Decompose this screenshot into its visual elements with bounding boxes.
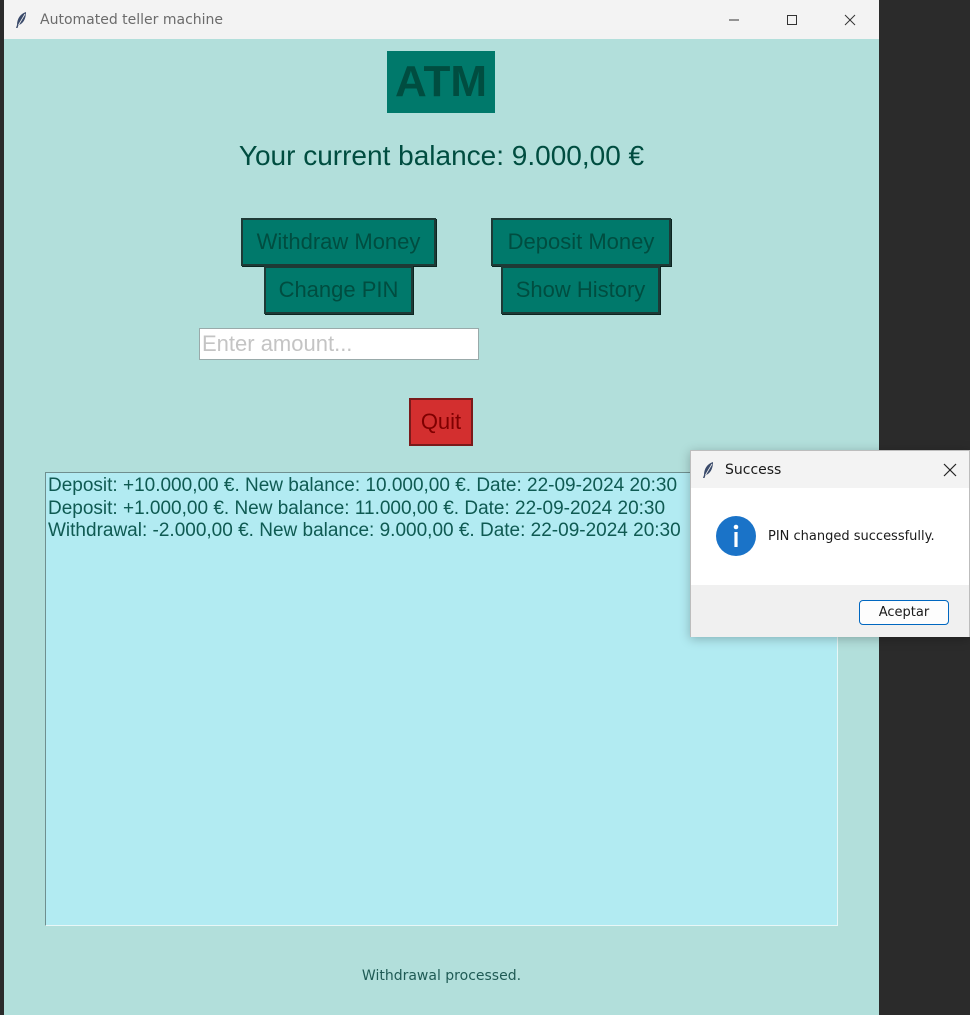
show-history-button[interactable]: Show History — [501, 266, 660, 314]
close-icon[interactable] — [939, 459, 961, 481]
atm-heading: ATM — [387, 51, 495, 113]
success-dialog: Success PIN changed successfully. Acepta… — [690, 450, 970, 637]
withdraw-button[interactable]: Withdraw Money — [241, 218, 436, 266]
window-title: Automated teller machine — [40, 11, 224, 28]
dialog-titlebar[interactable]: Success — [691, 451, 969, 488]
status-message: Withdrawal processed. — [361, 968, 522, 984]
dialog-message: PIN changed successfully. — [768, 529, 935, 544]
amount-input[interactable] — [199, 328, 479, 360]
quit-button[interactable]: Quit — [409, 398, 473, 446]
ok-button[interactable]: Aceptar — [859, 600, 949, 625]
close-icon[interactable] — [821, 0, 879, 39]
maximize-icon[interactable] — [763, 0, 821, 39]
balance-label: Your current balance: 9.000,00 € — [238, 140, 645, 171]
dialog-title: Success — [725, 461, 782, 478]
dialog-body: PIN changed successfully. — [691, 488, 969, 585]
window-titlebar[interactable]: Automated teller machine — [4, 0, 879, 39]
info-icon — [716, 516, 756, 556]
change-pin-button[interactable]: Change PIN — [264, 266, 413, 314]
feather-icon — [691, 451, 725, 488]
window-controls — [705, 0, 879, 39]
dialog-footer: Aceptar — [691, 585, 969, 637]
deposit-button[interactable]: Deposit Money — [491, 218, 671, 266]
minimize-icon[interactable] — [705, 0, 763, 39]
feather-icon — [4, 0, 38, 39]
